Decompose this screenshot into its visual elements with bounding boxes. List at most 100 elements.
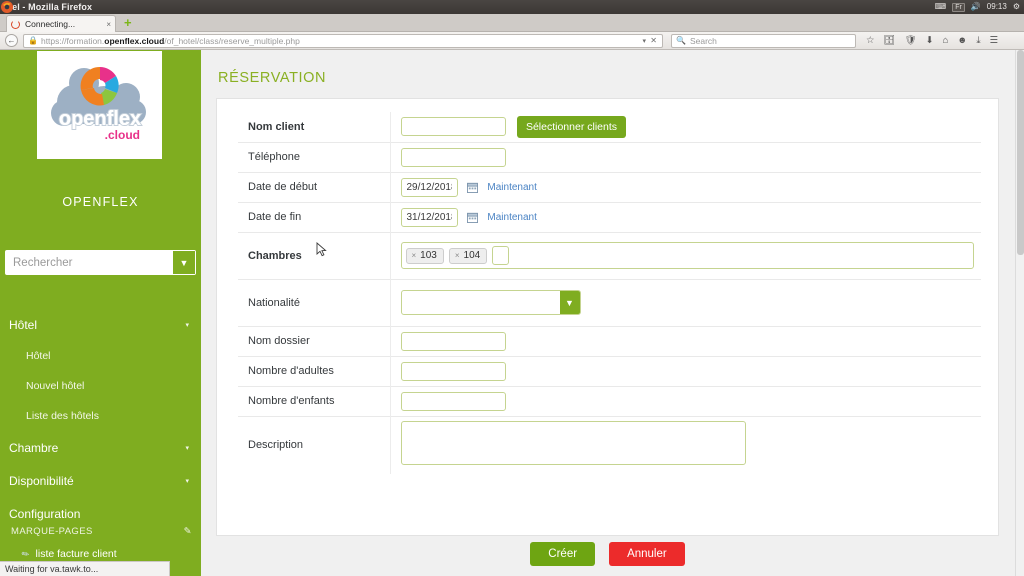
field-cell-nom-dossier [390, 326, 981, 356]
url-text: https://formation.openflex.cloud/of_hote… [41, 36, 300, 46]
sidebar-item-label: Nouvel hôtel [26, 380, 85, 392]
browser-tab[interactable]: Connecting... × [6, 15, 116, 32]
chambres-tag-input[interactable]: × 103 × 104 [400, 242, 974, 269]
stop-icon[interactable]: ✕ [650, 36, 657, 45]
bookmark-icon: ✎ [19, 547, 32, 560]
save-icon[interactable]: ⤓ [976, 36, 980, 46]
sidebar-item-chambre[interactable]: Chambre ▾ [0, 431, 201, 464]
field-label-nom-client: Nom client [238, 112, 391, 142]
page-scrollbar[interactable] [1015, 50, 1024, 576]
close-icon[interactable]: × [106, 20, 111, 29]
scrollbar-thumb[interactable] [1017, 50, 1024, 255]
download-icon[interactable]: ⬇ [926, 36, 934, 46]
date-fin-input[interactable] [400, 207, 458, 227]
date-debut-input[interactable] [400, 177, 458, 197]
tag-label: 104 [463, 249, 481, 261]
sidebar-item-label: Hôtel [26, 350, 51, 362]
calendar-icon[interactable] [466, 212, 478, 223]
sidebar-item-label: Hôtel [9, 317, 38, 332]
field-label-date-fin: Date de fin [238, 202, 391, 232]
account-icon[interactable]: ☻ [957, 36, 967, 46]
os-window-title: tel - Mozilla Firefox [9, 2, 93, 12]
url-bar[interactable]: 🔒 https://formation.openflex.cloud/of_ho… [23, 33, 663, 48]
chevron-down-icon[interactable]: ▼ [559, 291, 580, 314]
sidebar-item-label: Configuration [9, 506, 81, 521]
tag-label: 103 [420, 249, 437, 261]
sidebar-item-label: Chambre [9, 440, 59, 455]
field-cell-telephone [390, 142, 981, 172]
reservation-form-panel: Nom client Sélectionner clients Téléphon… [216, 98, 999, 536]
os-window-titlebar: tel - Mozilla Firefox ⌨ Fr 🔊 09:13 ⚙ [0, 0, 1024, 14]
chevron-down-icon[interactable]: ▾ [642, 37, 646, 45]
field-cell-date-debut: Maintenant [390, 172, 981, 202]
firefox-logo-icon [1, 1, 13, 13]
svg-text:openflex: openflex [58, 108, 140, 130]
tag-chambre-103[interactable]: × 103 [405, 247, 444, 264]
lock-icon: 🔒 [28, 36, 38, 45]
nom-client-input[interactable] [400, 117, 506, 137]
telephone-input[interactable] [400, 147, 506, 167]
back-button[interactable]: ← [5, 34, 18, 47]
star-icon[interactable]: ☆ [866, 36, 875, 46]
sidebar-search[interactable]: ▼ [5, 250, 196, 275]
menu-icon[interactable]: ☰ [990, 36, 999, 46]
field-cell-description [390, 416, 981, 474]
field-cell-date-fin: Maintenant [390, 202, 981, 232]
sidebar-item-hotel[interactable]: Hôtel ▾ [0, 308, 201, 341]
keyboard-icon[interactable]: ⌨ [935, 0, 947, 14]
select-clients-button[interactable]: Sélectionner clients [516, 115, 627, 138]
maintenant-link-debut[interactable]: Maintenant [487, 182, 536, 193]
table-row: Nom dossier [238, 326, 981, 356]
system-tray: ⌨ Fr 🔊 09:13 ⚙ [935, 0, 1020, 14]
field-label-nationalite: Nationalité [238, 279, 391, 326]
openflex-logo-icon: openflex openflex .cloud [50, 66, 146, 142]
field-label-nom-dossier: Nom dossier [238, 326, 391, 356]
field-cell-nom-client: Sélectionner clients [390, 112, 981, 142]
sidebar-item-disponibilite[interactable]: Disponibilité ▾ [0, 464, 201, 497]
calendar-icon[interactable] [466, 182, 478, 193]
system-clock[interactable]: 09:13 [987, 0, 1007, 14]
nom-dossier-input[interactable] [400, 331, 506, 351]
field-cell-nombre-adultes [390, 356, 981, 386]
reservation-form-table: Nom client Sélectionner clients Téléphon… [238, 112, 981, 474]
sidebar-search-chevron-down-icon[interactable]: ▼ [173, 251, 195, 274]
browser-status-bar: Waiting for va.tawk.to... [0, 561, 170, 576]
nombre-adultes-input[interactable] [400, 361, 506, 381]
nombre-enfants-input[interactable] [400, 391, 506, 411]
field-label-nombre-adultes: Nombre d'adultes [238, 356, 391, 386]
table-row: Nom client Sélectionner clients [238, 112, 981, 142]
tag-chambre-104[interactable]: × 104 [448, 247, 488, 264]
keyboard-layout-indicator[interactable]: Fr [952, 2, 965, 12]
remove-tag-icon[interactable]: × [412, 251, 417, 260]
chevron-down-icon: ▾ [185, 321, 189, 329]
chevron-down-icon: ▾ [185, 444, 189, 452]
chambres-text-entry[interactable] [492, 246, 510, 265]
browser-search-box[interactable]: 🔍 Search [671, 33, 856, 48]
create-button[interactable]: Créer [530, 542, 596, 566]
url-path: /of_hotel/class/reserve_multiple.php [164, 35, 300, 46]
volume-icon[interactable]: 🔊 [971, 0, 981, 14]
description-textarea[interactable] [400, 420, 746, 465]
field-cell-nationalite: ▼ [390, 279, 981, 326]
sidebar-subitem-nouvel-hotel[interactable]: Nouvel hôtel [0, 371, 201, 401]
sidebar-item-label: Disponibilité [9, 473, 74, 488]
sidebar-subitem-hotel[interactable]: Hôtel [0, 341, 201, 371]
shield-icon[interactable]: 🛡 [905, 36, 917, 46]
field-cell-nombre-enfants [390, 386, 981, 416]
cancel-button[interactable]: Annuler [609, 542, 685, 566]
chevron-down-icon: ▾ [185, 477, 189, 485]
field-label-description: Description [238, 416, 391, 474]
new-tab-button[interactable]: + [124, 16, 132, 29]
bookmark-edit-icon[interactable]: ✎ [184, 526, 192, 537]
tab-title: Connecting... [25, 19, 76, 29]
maintenant-link-fin[interactable]: Maintenant [487, 212, 536, 223]
nationalite-select[interactable]: ▼ [400, 290, 581, 315]
main-content: RÉSERVATION Nom client Sélectionner clie… [201, 50, 1015, 576]
pocket-icon[interactable]: 🗄 [884, 36, 896, 46]
sidebar-subitem-liste-des-hotels[interactable]: Liste des hôtels [0, 401, 201, 431]
home-icon[interactable]: ⌂ [943, 36, 949, 46]
remove-tag-icon[interactable]: × [455, 251, 460, 260]
sidebar-search-input[interactable] [6, 251, 173, 274]
bookmark-item-label: liste facture client [35, 548, 117, 560]
settings-gear-icon[interactable]: ⚙ [1013, 0, 1020, 14]
